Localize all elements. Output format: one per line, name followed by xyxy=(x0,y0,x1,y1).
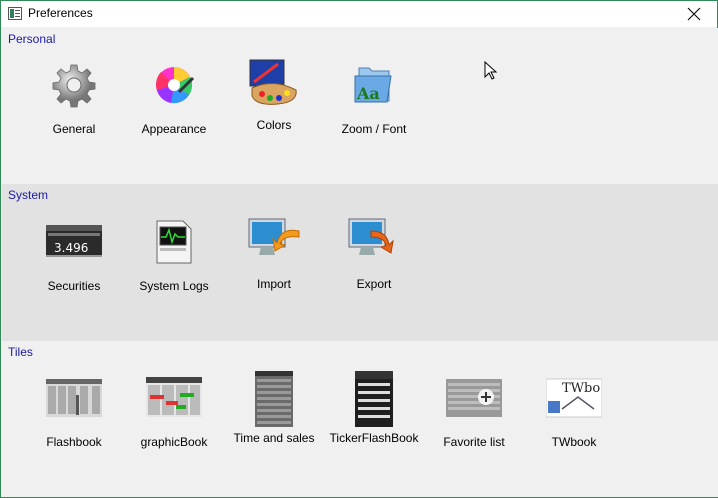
section-tiles: Tiles Flashbook graphicBook Time and sal… xyxy=(2,341,718,497)
pref-appearance[interactable]: Appearance xyxy=(124,62,224,142)
section-title-personal: Personal xyxy=(8,32,56,46)
pref-general[interactable]: General xyxy=(24,62,124,142)
tile-favorite-list[interactable]: Favorite list xyxy=(424,375,524,455)
preferences-window: Preferences Personal General Appearance … xyxy=(0,0,718,498)
tile-time-and-sales[interactable]: Time and sales xyxy=(224,371,324,451)
title-bar: Preferences xyxy=(1,1,717,27)
pref-import[interactable]: Import xyxy=(224,217,324,297)
pref-colors[interactable]: Colors xyxy=(224,58,324,138)
gear-icon xyxy=(52,64,96,108)
ticker-flashbook-icon xyxy=(355,371,393,427)
svg-text:3.496: 3.496 xyxy=(54,241,88,255)
font-folder-icon: Aa xyxy=(354,67,392,103)
pref-system-logs[interactable]: System Logs xyxy=(124,219,224,299)
svg-text:TWbo: TWbo xyxy=(562,381,600,396)
app-window-icon xyxy=(8,7,22,20)
twbook-icon: TWbo xyxy=(546,378,602,418)
close-icon xyxy=(687,7,701,21)
pref-export[interactable]: Export xyxy=(324,217,424,297)
pref-securities[interactable]: 3.496 Securities xyxy=(24,219,124,299)
monitor-export-icon xyxy=(348,218,394,255)
favorite-list-icon xyxy=(446,379,502,417)
pref-export-label: Export xyxy=(356,277,392,291)
pref-zoom-font[interactable]: Aa Zoom / Font xyxy=(324,62,424,142)
paint-palette-icon xyxy=(249,59,297,105)
pref-zoom-font-label: Zoom / Font xyxy=(341,122,407,136)
tile-twbook-label: TWbook xyxy=(551,435,597,449)
tile-twbook[interactable]: TWbo TWbook xyxy=(524,375,624,455)
svg-text:Aa: Aa xyxy=(356,84,380,103)
palette-wheel-icon xyxy=(156,67,195,104)
time-sales-icon xyxy=(255,371,293,427)
section-system: System 3.496 Securities System Logs Impo… xyxy=(2,184,718,341)
graphicbook-icon xyxy=(146,377,202,417)
log-monitor-icon xyxy=(156,220,192,264)
section-personal: Personal General Appearance Colors Aa Zo… xyxy=(2,28,718,184)
flashbook-icon xyxy=(46,379,102,417)
ticker-display-icon: 3.496 xyxy=(46,225,102,257)
tile-graphicbook[interactable]: graphicBook xyxy=(124,375,224,455)
tile-flashbook[interactable]: Flashbook xyxy=(24,375,124,455)
tile-tickerflashbook[interactable]: TickerFlashBook xyxy=(324,371,424,451)
mouse-cursor-icon xyxy=(484,61,498,80)
section-title-tiles: Tiles xyxy=(8,345,33,359)
monitor-import-icon xyxy=(248,218,300,255)
close-button[interactable] xyxy=(671,1,717,27)
section-title-system: System xyxy=(8,188,49,202)
window-title: Preferences xyxy=(28,6,93,20)
